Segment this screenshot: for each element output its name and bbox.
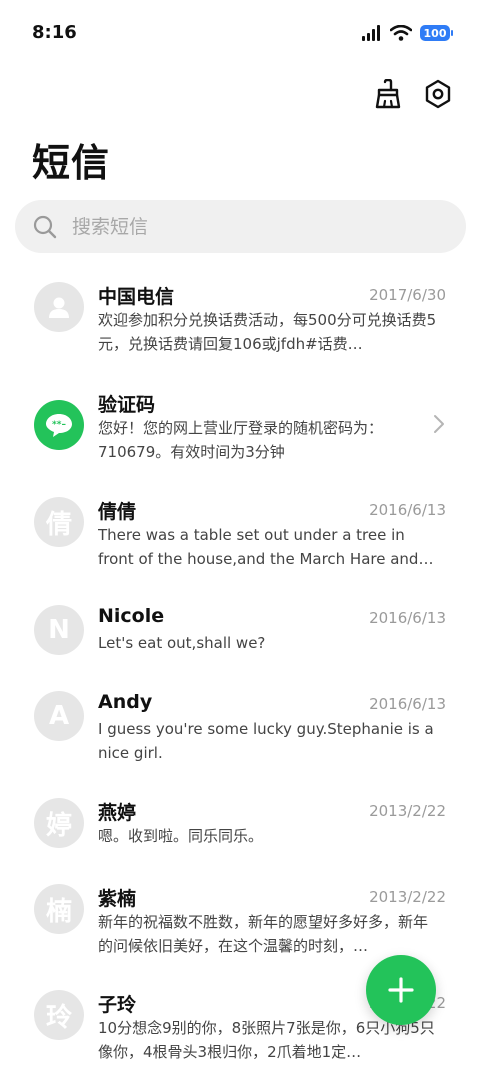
message-date: 2016/6/13 [369, 501, 446, 519]
settings-icon [425, 79, 451, 109]
settings-button[interactable] [422, 78, 454, 110]
page-title: 短信 [32, 141, 111, 185]
battery-icon: 100 [420, 25, 453, 41]
chat-bubble-icon: **– [46, 414, 72, 437]
message-preview: I guess you're some lucky guy.Stephanie … [98, 720, 434, 762]
message-item[interactable]: 中国电信 2017/6/30 欢迎参加积分兑换话费活动，每500分可兑换话费5元… [0, 282, 480, 378]
search-bar[interactable] [15, 200, 466, 253]
contact-name: 倩倩 [98, 501, 137, 523]
message-preview: There was a table set out under a tree i… [98, 526, 434, 568]
message-preview: 新年的祝福数不胜数，新年的愿望好多好多，新年的问候依旧美好，在这个温馨的时刻，… [98, 913, 429, 955]
svg-text:**–: **– [52, 420, 66, 430]
contact-name: 验证码 [98, 394, 156, 416]
broom-icon [375, 79, 401, 109]
message-item[interactable]: 倩 倩倩 2016/6/13 There was a table set out… [0, 497, 480, 593]
message-item[interactable]: 婷 燕婷 2013/2/22 嗯。收到啦。同乐同乐。 [0, 798, 480, 894]
status-icons: 100 [362, 22, 453, 44]
avatar: 玲 [34, 990, 84, 1040]
message-preview: 10分想念9别的你，8张照片7张是你，6只小狗5只像你，4根骨头3根归你，2爪着… [98, 1019, 435, 1061]
contact-name: Nicole [98, 605, 165, 627]
avatar [34, 282, 84, 332]
message-date: 2013/2/22 [369, 888, 446, 906]
search-icon [33, 215, 57, 238]
person-icon [49, 297, 69, 318]
clean-button[interactable] [372, 78, 404, 110]
chevron-right-icon [434, 415, 444, 433]
message-preview: 您好！您的网上营业厅登录的随机密码为：710679。有效时间为3分钟 [98, 419, 384, 461]
avatar: 倩 [34, 497, 84, 547]
message-preview: 欢迎参加积分兑换话费活动，每500分可兑换话费5元，兑换话费请回复106或jfd… [98, 311, 437, 353]
contact-name: Andy [98, 691, 153, 713]
message-date: 2016/6/13 [369, 695, 446, 713]
battery-level: 100 [423, 26, 447, 40]
avatar: A [34, 691, 84, 741]
message-item[interactable]: **– 验证码 您好！您的网上营业厅登录的随机密码为：710679。有效时间为3… [0, 390, 480, 486]
message-date: 2013/2/22 [369, 802, 446, 820]
message-item[interactable]: N Nicole 2016/6/13 Let's eat out,shall w… [0, 605, 480, 701]
top-actions [372, 78, 454, 110]
contact-name: 紫楠 [98, 888, 137, 910]
search-input[interactable] [70, 214, 434, 239]
message-date: 2017/6/30 [369, 286, 446, 304]
message-preview: 嗯。收到啦。同乐同乐。 [98, 827, 264, 845]
avatar: N [34, 605, 84, 655]
contact-name: 子玲 [98, 994, 137, 1016]
wifi-icon [390, 25, 412, 41]
signal-icon [362, 25, 380, 41]
plus-icon [388, 977, 414, 1003]
new-message-button[interactable] [366, 955, 436, 1025]
status-time: 8:16 [32, 22, 77, 43]
status-bar: 8:16 100 [0, 0, 480, 66]
avatar: 婷 [34, 798, 84, 848]
message-date: 2016/6/13 [369, 609, 446, 627]
contact-name: 燕婷 [98, 802, 137, 824]
message-item[interactable]: A Andy 2016/6/13 I guess you're some luc… [0, 691, 480, 787]
message-preview: Let's eat out,shall we? [98, 634, 266, 652]
avatar: **– [34, 400, 84, 450]
avatar: 楠 [34, 884, 84, 934]
contact-name: 中国电信 [98, 286, 175, 308]
